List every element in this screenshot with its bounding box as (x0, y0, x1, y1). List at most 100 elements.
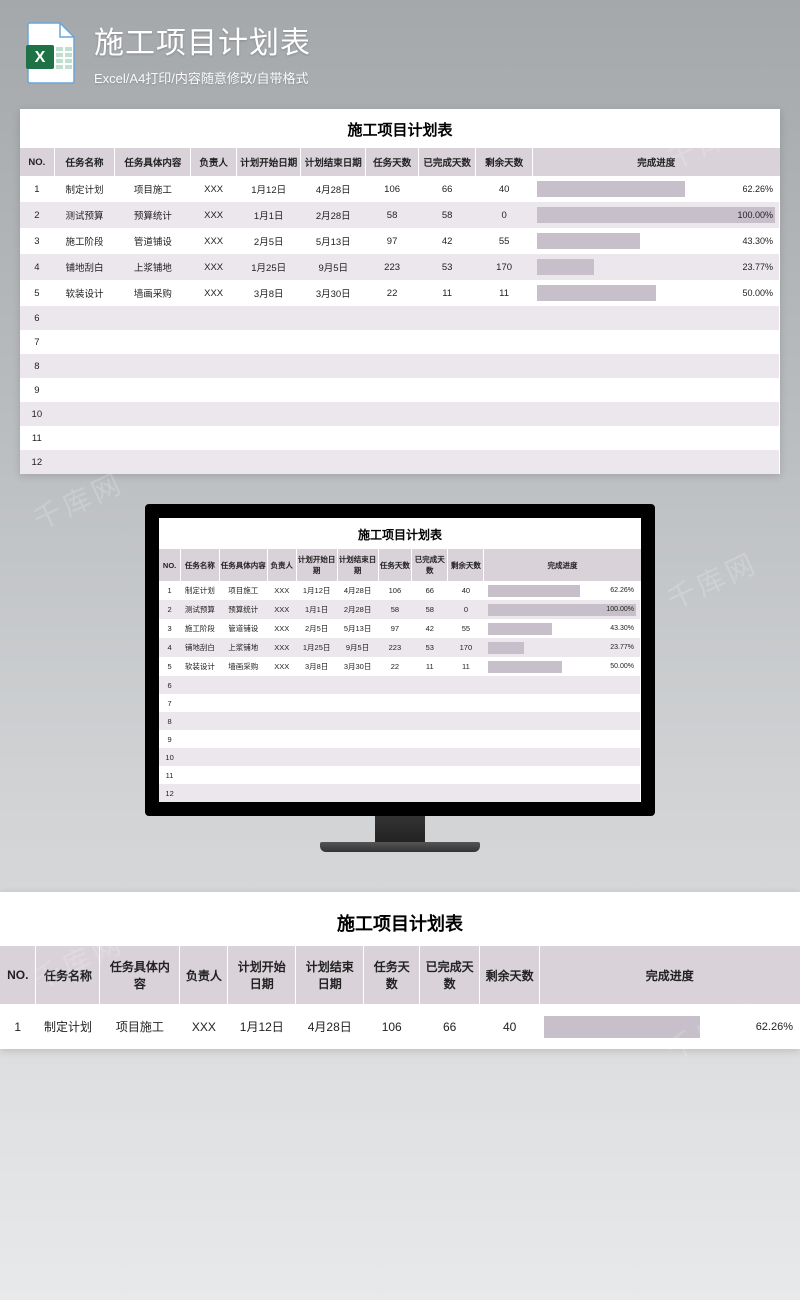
cell-no: 7 (20, 330, 54, 354)
table-header-row: NO. 任务名称 任务具体内容 负责人 计划开始日期 计划结束日期 任务天数 已… (159, 549, 641, 581)
monitor-base (320, 842, 480, 852)
cell-done: 66 (419, 176, 476, 202)
table-body: 1制定计划项目施工XXX1月12日4月28日106664062.26% (0, 1004, 800, 1049)
cell-done: 66 (412, 581, 448, 600)
cell-name (181, 676, 220, 694)
cell-detail (219, 748, 267, 766)
cell-owner: XXX (191, 228, 237, 254)
table-row: 12 (20, 450, 780, 474)
cell-owner: XXX (191, 280, 237, 306)
cell-owner (267, 676, 296, 694)
table-header-row: NO. 任务名称 任务具体内容 负责人 计划开始日期 计划结束日期 任务天数 已… (20, 148, 780, 176)
cell-end: 3月30日 (301, 280, 366, 306)
cell-start (236, 354, 301, 378)
table-row: 12 (159, 784, 641, 802)
cell-no: 6 (20, 306, 54, 330)
cell-progress: 50.00% (484, 657, 641, 676)
cell-left (476, 450, 533, 474)
table-row: 4铺地刮白上浆铺地XXX1月25日9月5日2235317023.77% (159, 638, 641, 657)
cell-days (366, 354, 419, 378)
cell-done (419, 330, 476, 354)
progress-bar (488, 585, 580, 597)
cell-days (378, 676, 412, 694)
table-row: 8 (20, 354, 780, 378)
cell-detail (219, 766, 267, 784)
cell-done: 42 (419, 228, 476, 254)
progress-value: 62.26% (742, 184, 775, 194)
cell-start: 1月25日 (236, 254, 301, 280)
table-row: 2测试预算预算统计XXX1月1日2月28日58580100.00% (20, 202, 780, 228)
cell-end (337, 694, 378, 712)
col-done-days: 已完成天数 (419, 148, 476, 176)
cell-name (181, 748, 220, 766)
cell-days (366, 450, 419, 474)
cell-end: 9月5日 (337, 638, 378, 657)
progress-bar (537, 233, 640, 249)
cell-days: 106 (364, 1004, 420, 1049)
cell-detail: 上浆铺地 (115, 254, 191, 280)
cell-end: 5月13日 (301, 228, 366, 254)
cell-done (412, 730, 448, 748)
cell-days: 106 (378, 581, 412, 600)
cell-done (412, 676, 448, 694)
cell-days: 58 (378, 600, 412, 619)
cell-days (378, 766, 412, 784)
cell-end: 4月28日 (296, 1004, 364, 1049)
cell-name: 测试预算 (181, 600, 220, 619)
progress-value: 62.26% (756, 1021, 795, 1033)
cell-done (419, 354, 476, 378)
cell-end (337, 748, 378, 766)
cell-start (296, 694, 337, 712)
cell-left (448, 766, 484, 784)
cell-days: 58 (366, 202, 419, 228)
cell-no: 8 (159, 712, 181, 730)
cell-name: 软装设计 (54, 280, 115, 306)
cell-start (236, 426, 301, 450)
cell-done (412, 712, 448, 730)
cell-name: 施工阶段 (54, 228, 115, 254)
table-row: 11 (159, 766, 641, 784)
progress-bar (537, 285, 656, 301)
cell-done: 11 (419, 280, 476, 306)
progress-bar (488, 661, 562, 673)
cell-end: 3月30日 (337, 657, 378, 676)
cell-detail (219, 784, 267, 802)
cell-start: 3月8日 (296, 657, 337, 676)
cell-end (301, 330, 366, 354)
cell-days (378, 730, 412, 748)
cell-days: 22 (366, 280, 419, 306)
cell-progress (484, 676, 641, 694)
cell-no: 10 (159, 748, 181, 766)
cell-end (337, 766, 378, 784)
cell-owner (267, 694, 296, 712)
table-row: 6 (20, 306, 780, 330)
cell-start: 3月8日 (236, 280, 301, 306)
cell-left: 55 (476, 228, 533, 254)
cell-end (337, 676, 378, 694)
cell-progress (533, 330, 780, 354)
cell-progress (533, 354, 780, 378)
cell-done (419, 402, 476, 426)
monitor-mockup: 施工项目计划表 NO. 任务名称 任务具体内容 负责人 计划开始日期 计划结束日… (0, 504, 800, 852)
col-remaining-days: 剩余天数 (476, 148, 533, 176)
cell-progress (533, 378, 780, 402)
cell-start: 1月12日 (228, 1004, 296, 1049)
cell-detail: 上浆铺地 (219, 638, 267, 657)
cell-detail (219, 676, 267, 694)
cell-days: 223 (378, 638, 412, 657)
cell-detail (115, 306, 191, 330)
cell-name: 施工阶段 (181, 619, 220, 638)
cell-progress: 62.26% (533, 176, 780, 202)
cell-detail (219, 730, 267, 748)
cell-no: 5 (159, 657, 181, 676)
cell-start (236, 402, 301, 426)
cell-done: 42 (412, 619, 448, 638)
cell-left (448, 694, 484, 712)
cell-no: 8 (20, 354, 54, 378)
cell-days: 97 (378, 619, 412, 638)
cell-done: 58 (419, 202, 476, 228)
cell-owner: XXX (267, 600, 296, 619)
col-owner: 负责人 (191, 148, 237, 176)
spreadsheet-bottom-preview: 施工项目计划表 NO. 任务名称 任务具体内容 负责人 计划开始日期 计划结束日… (0, 892, 800, 1049)
table-row: 9 (159, 730, 641, 748)
